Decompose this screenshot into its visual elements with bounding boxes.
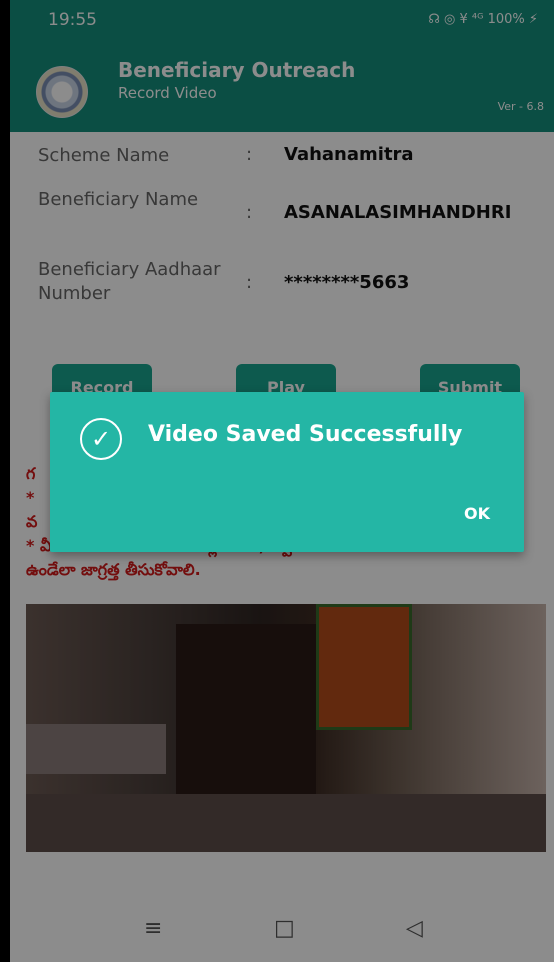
dialog-message: Video Saved Successfully — [148, 422, 463, 447]
phone-screen: 19:55 ☊ ◎ ¥ ⁴ᴳ 100% ⚡ Beneficiary Outrea… — [10, 0, 554, 962]
success-dialog: ✓ Video Saved Successfully OK — [50, 392, 524, 552]
ok-button[interactable]: OK — [464, 504, 490, 523]
check-circle-icon: ✓ — [80, 418, 122, 460]
